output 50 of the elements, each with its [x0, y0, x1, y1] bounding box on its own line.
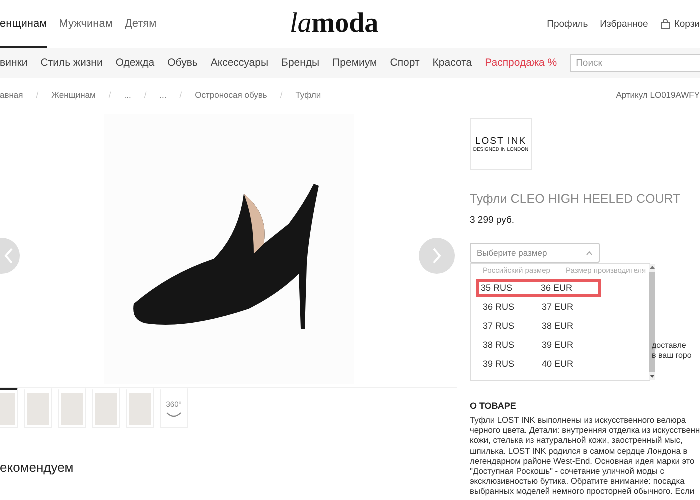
size-option[interactable]: 39 RUS 40 EUR: [476, 355, 601, 373]
breadcrumb-link[interactable]: ...: [124, 90, 132, 100]
breadcrumb-separator: /: [144, 90, 147, 100]
chevron-left-icon: [4, 248, 14, 264]
category-link[interactable]: Красота: [432, 57, 472, 69]
breadcrumb-separator: /: [108, 90, 112, 100]
category-link[interactable]: винки: [0, 57, 28, 69]
breadcrumb-separator: /: [36, 90, 39, 100]
section-heading: екомендуем: [0, 460, 75, 475]
size-option[interactable]: 37 RUS 38 EUR: [476, 317, 601, 335]
category-link[interactable]: Обувь: [168, 57, 198, 69]
size-option[interactable]: 36 RUS 37 EUR: [476, 298, 601, 316]
size-select[interactable]: Выберите размер: [470, 243, 600, 263]
category-link[interactable]: Распродажа %: [485, 57, 558, 69]
category-link[interactable]: Бренды: [282, 57, 320, 69]
section-heading: О ТОВАРЕ: [470, 401, 518, 411]
category-link[interactable]: Аксессуары: [210, 57, 269, 69]
breadcrumb-link[interactable]: Остроносая обувь: [195, 90, 268, 100]
site-logo[interactable]: lamoda: [290, 8, 480, 40]
category-link[interactable]: Спорт: [390, 57, 420, 69]
delivery-text: доставле в ваш горо: [652, 341, 692, 361]
header-link[interactable]: Профиль: [547, 18, 588, 30]
rotate-icon: [165, 410, 183, 418]
scroll-down-icon[interactable]: [650, 375, 654, 378]
product-title: Туфли CLEO HIGH HEELED COURT: [470, 192, 682, 206]
breadcrumb-link[interactable]: Туфли: [296, 90, 322, 100]
chevron-right-icon: [432, 248, 442, 264]
brand-name: LOST INK: [475, 136, 527, 146]
search-field[interactable]: Поиск: [570, 54, 700, 72]
next-button[interactable]: [419, 238, 455, 274]
breadcrumb-separator: /: [280, 90, 283, 100]
breadcrumb-link[interactable]: ...: [160, 90, 167, 100]
product-price: 3 299 руб.: [470, 215, 516, 226]
category-link[interactable]: Премиум: [332, 57, 378, 69]
article-number: Артикул LO019AWFY: [616, 90, 700, 100]
breadcrumb-link[interactable]: Женщинам: [52, 90, 96, 100]
breadcrumb-link[interactable]: авная: [0, 90, 24, 100]
cart-link[interactable]: Корзи: [660, 18, 700, 30]
breadcrumb-separator: /: [180, 90, 182, 100]
scroll-up-icon[interactable]: [650, 266, 654, 269]
size-option[interactable]: 35 RUS 36 EUR: [476, 279, 601, 297]
bag-icon: [660, 18, 672, 30]
caret-icon: [586, 250, 593, 256]
header-link[interactable]: Избранное: [600, 18, 648, 30]
product-description: Туфли LOST INK выполнены из искусственного велюра черного цвета. Детали: внутренняя отделка из искусственн кожи, стелька из натуральной кожи, заостренный мыс, шпилька. LOST INK родился в самом сердце Лондона в легендарном районе West-End. Основная идея марки это "Доступная Роскошь" - сочетание уличной моды с эксклюзивностью бутика. Обратите внимание: посадка выбранных моделей немного просторней обычного. Если: [470, 415, 700, 497]
size-option[interactable]: 38 RUS 39 EUR: [476, 336, 601, 354]
category-link[interactable]: Стиль жизни: [40, 57, 103, 69]
nav-tab[interactable]: Мужчинам: [59, 0, 113, 48]
nav-tab[interactable]: Детям: [124, 0, 157, 48]
category-link[interactable]: Одежда: [116, 57, 155, 69]
